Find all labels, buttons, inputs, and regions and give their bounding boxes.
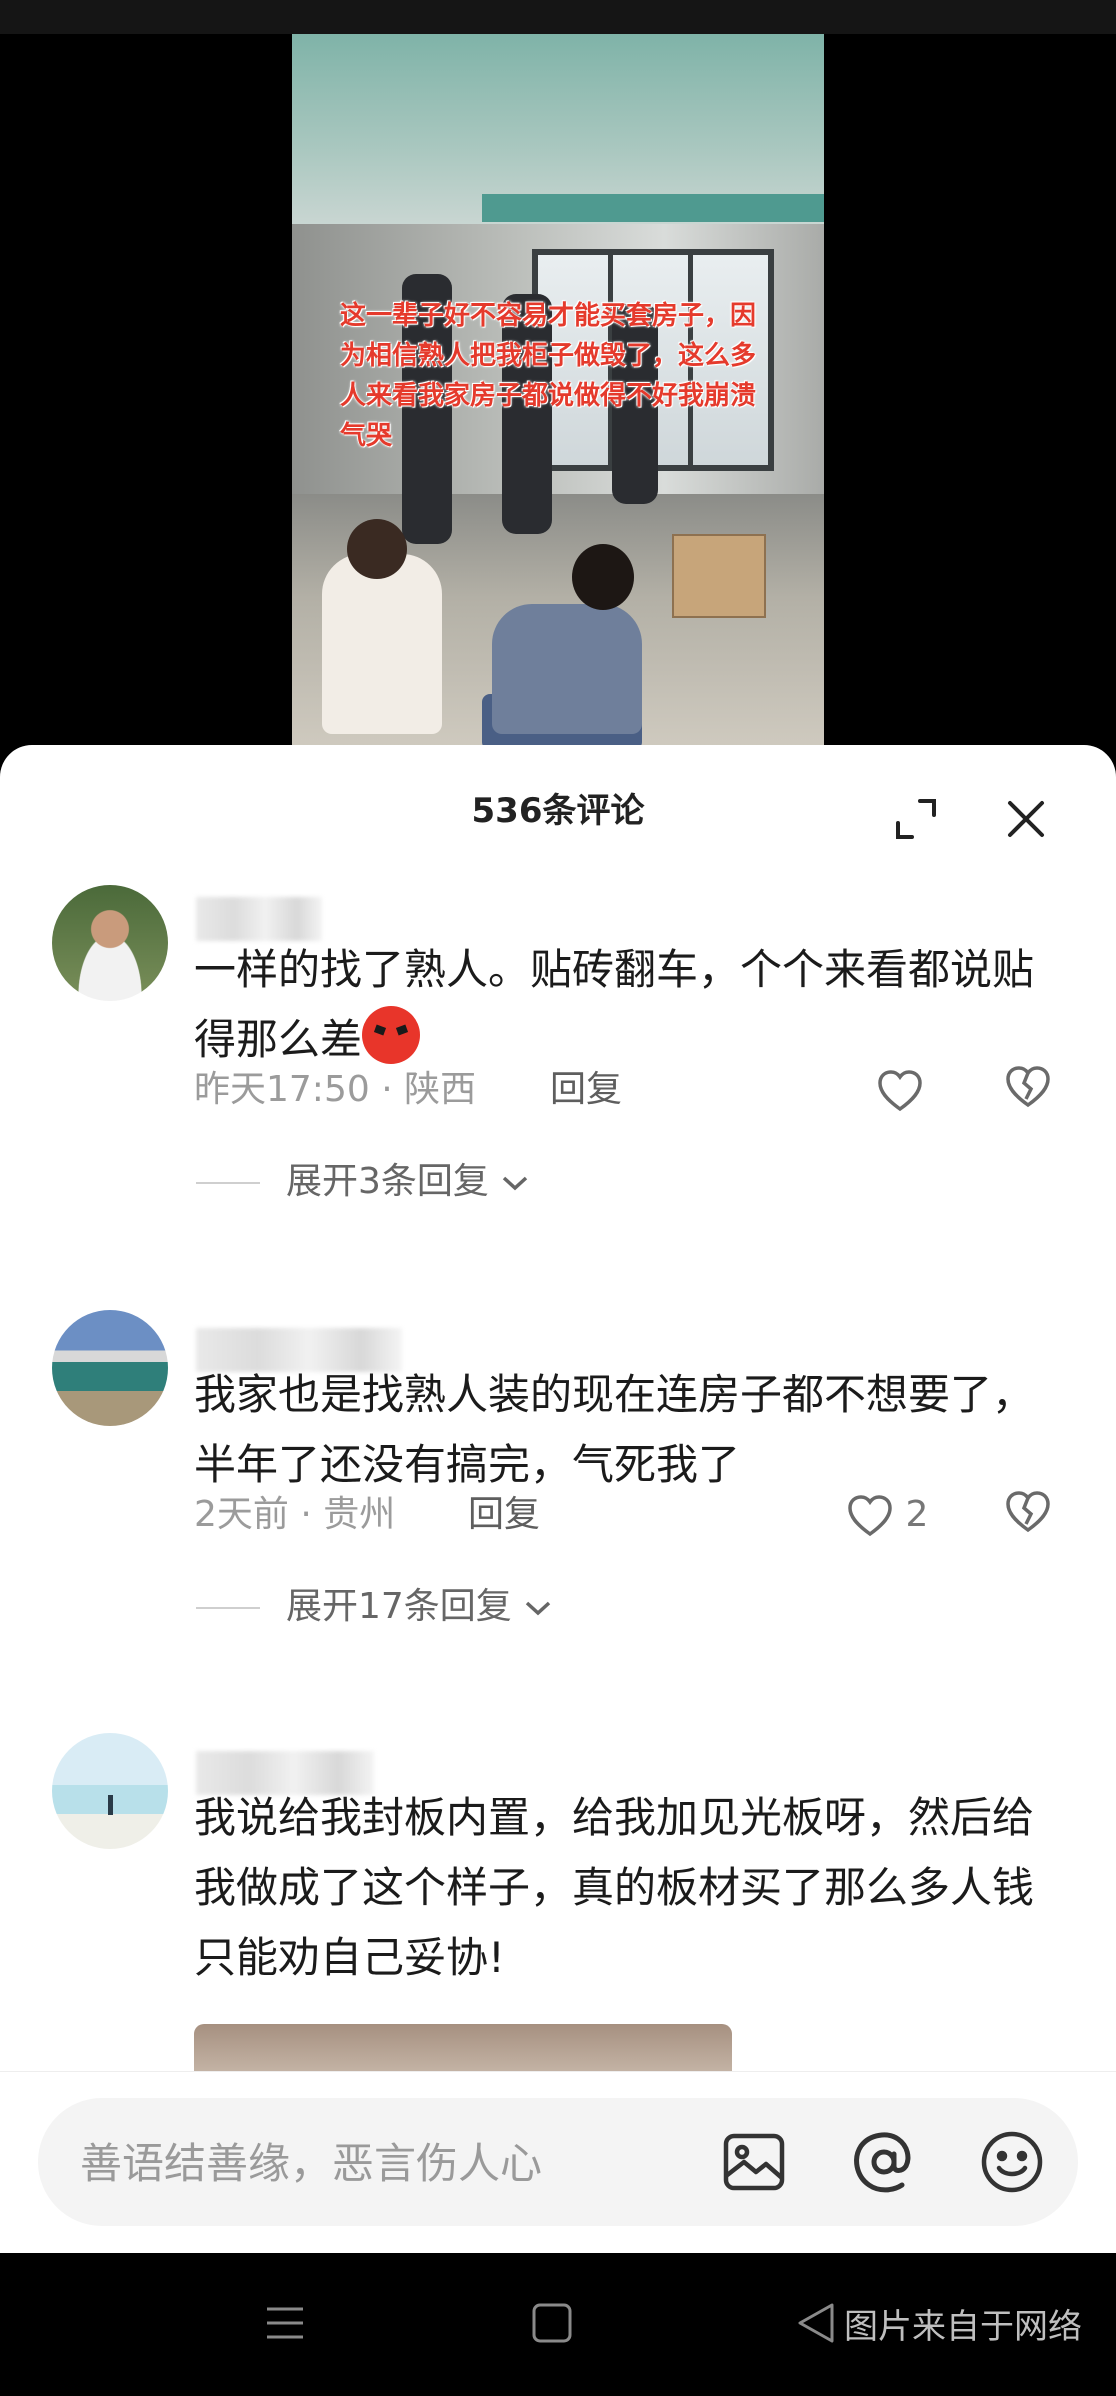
dislike-button[interactable] xyxy=(1004,1065,1052,1115)
comment-input[interactable]: 善语结善缘，恶言伤人心 xyxy=(38,2098,1078,2226)
like-button[interactable] xyxy=(876,1065,924,1115)
expand-replies-button[interactable]: 展开3条回复 xyxy=(196,1157,530,1207)
chevron-down-icon xyxy=(523,1586,553,1627)
comment-text[interactable]: 一样的找了熟人。贴砖翻车，个个来看都说贴得那么差 xyxy=(194,935,1074,1075)
system-nav-bar: 图片来自于网络 xyxy=(0,2253,1116,2396)
menu-icon[interactable] xyxy=(263,2301,307,2345)
comment-meta: 昨天17:50 · 陕西 xyxy=(194,1069,477,1110)
comment-text[interactable]: 我说给我封板内置，给我加见光板呀，然后给我做成了这个样子，真的板材买了那么多人钱… xyxy=(194,1783,1074,1993)
angry-face-emoji xyxy=(362,1006,421,1064)
expand-replies-button[interactable]: 展开17条回复 xyxy=(196,1582,553,1632)
heart-icon xyxy=(846,1494,905,1537)
sheet-header: 536条评论 xyxy=(0,745,1116,875)
at-icon[interactable] xyxy=(850,2128,918,2196)
close-icon[interactable] xyxy=(1004,797,1048,841)
broken-heart-icon xyxy=(1004,1491,1052,1533)
like-count: 2 xyxy=(905,1494,929,1535)
reply-button[interactable]: 回复 xyxy=(468,1490,540,1540)
like-button[interactable]: 2 xyxy=(846,1490,928,1540)
chevron-down-icon xyxy=(500,1161,530,1202)
avatar[interactable] xyxy=(52,1310,168,1426)
video-area[interactable]: 这一辈子好不容易才能买套房子，因为相信熟人把我柜子做毁了，这么多人来看我家房子都… xyxy=(0,0,1116,770)
broken-heart-icon xyxy=(1004,1066,1052,1108)
avatar[interactable] xyxy=(52,1733,168,1849)
comments-sheet: 536条评论 一样的找了熟人。贴砖翻车，个个来看都说贴得那么差 昨天17:50 … xyxy=(0,745,1116,2253)
heart-icon xyxy=(876,1069,924,1112)
emoji-icon[interactable] xyxy=(978,2128,1046,2196)
comment-input-bar: 善语结善缘，恶言伤人心 xyxy=(0,2071,1116,2254)
back-icon[interactable] xyxy=(796,2301,836,2345)
home-icon[interactable] xyxy=(530,2301,574,2345)
comment-meta: 2天前 · 贵州 xyxy=(194,1494,396,1535)
image-icon[interactable] xyxy=(720,2128,788,2196)
reply-button[interactable]: 回复 xyxy=(550,1065,622,1115)
video-caption: 这一辈子好不容易才能买套房子，因为相信熟人把我柜子做毁了，这么多人来看我家房子都… xyxy=(340,301,757,451)
status-strip xyxy=(0,0,1116,34)
avatar[interactable] xyxy=(52,885,168,1001)
comment-input-placeholder: 善语结善缘，恶言伤人心 xyxy=(80,2139,543,2188)
expand-icon[interactable] xyxy=(894,797,938,841)
watermark-text: 图片来自于网络 xyxy=(844,2307,1082,2347)
comment-text[interactable]: 我家也是找熟人装的现在连房子都不想要了，半年了还没有搞完，气死我了 xyxy=(194,1360,1074,1500)
dislike-button[interactable] xyxy=(1004,1490,1052,1540)
video-frame[interactable]: 这一辈子好不容易才能买套房子，因为相信熟人把我柜子做毁了，这么多人来看我家房子都… xyxy=(292,34,824,750)
comments-count-title: 536条评论 xyxy=(471,791,645,831)
